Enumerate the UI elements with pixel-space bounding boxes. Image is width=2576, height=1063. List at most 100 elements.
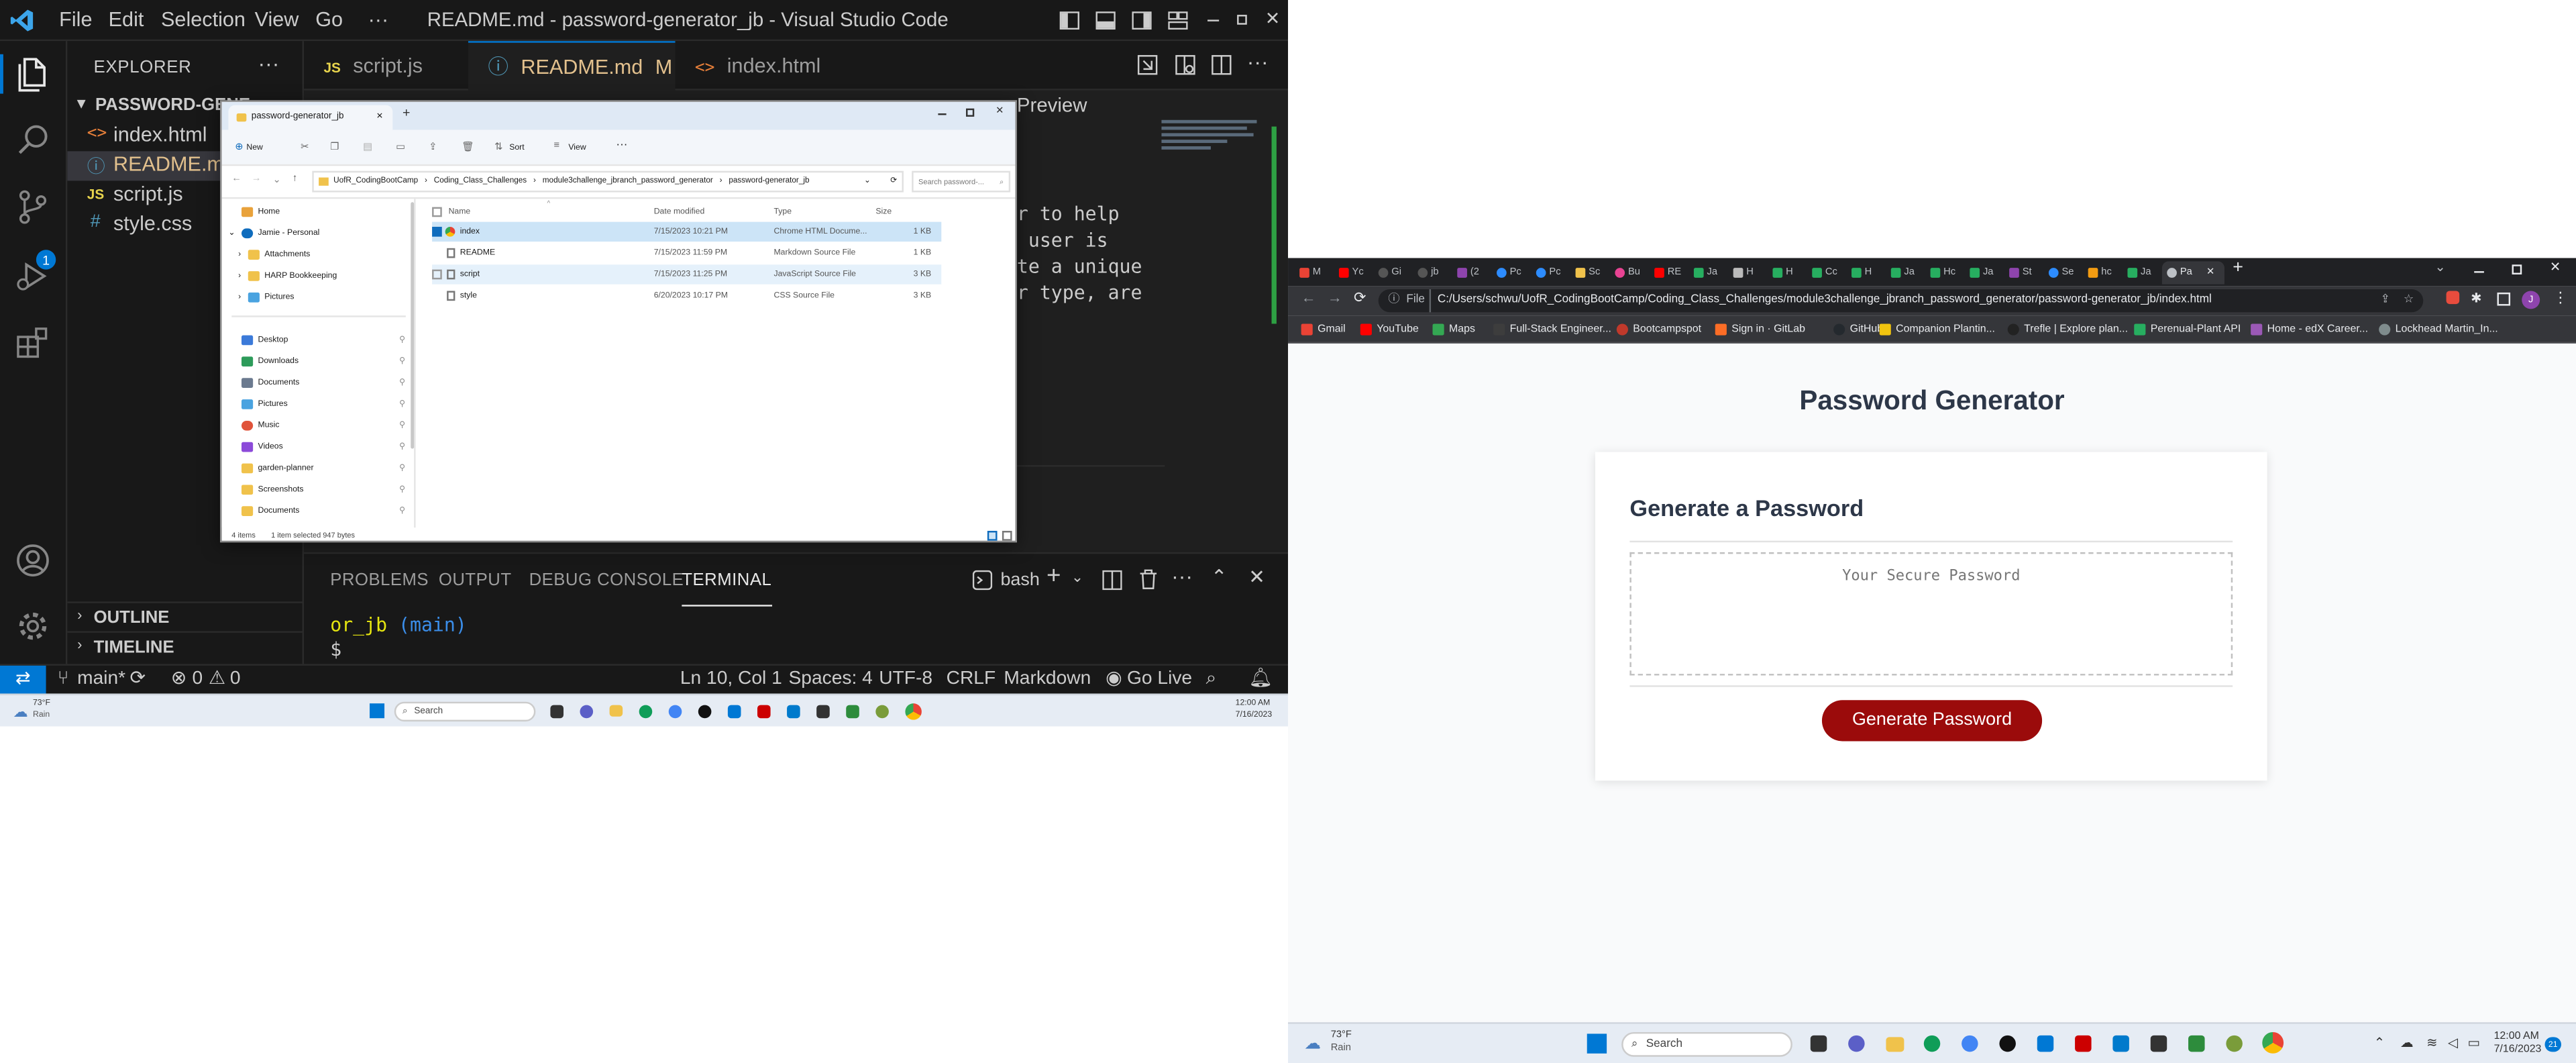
app-icon[interactable] bbox=[727, 705, 741, 719]
paste-icon[interactable]: ▤ bbox=[363, 142, 372, 153]
task-view-icon[interactable] bbox=[1810, 1035, 1827, 1052]
new-tab-icon[interactable]: + bbox=[402, 105, 410, 120]
browser-tab[interactable]: RE bbox=[1650, 261, 1689, 284]
browser-tab-active[interactable]: Pa ✕ bbox=[2161, 261, 2224, 285]
explorer-icon[interactable] bbox=[13, 54, 53, 94]
nav-item-garden-planner[interactable]: garden-planner ⚲ bbox=[222, 458, 416, 480]
bookmark-item[interactable]: Trefle | Explore plan... bbox=[2007, 315, 2128, 344]
browser-tab[interactable]: Pc bbox=[1492, 261, 1532, 284]
tab-search-icon[interactable]: ⌄ bbox=[2434, 260, 2445, 274]
pin-icon[interactable]: ⚲ bbox=[399, 373, 405, 395]
browser-tab[interactable]: Yc bbox=[1334, 261, 1374, 284]
nav-item-documents[interactable]: Documents ⚲ bbox=[222, 373, 416, 395]
tab-output[interactable]: OUTPUT bbox=[439, 554, 512, 608]
app-icon[interactable] bbox=[2037, 1035, 2054, 1052]
forward-icon[interactable]: → bbox=[252, 174, 262, 185]
taskbar-search[interactable]: ⌕ Search bbox=[1621, 1031, 1792, 1057]
nav-item-harp[interactable]: › HARP Bookkeeping bbox=[222, 266, 416, 288]
bookmark-item[interactable]: Gmail bbox=[1301, 315, 1346, 344]
browser-tab[interactable]: hc bbox=[2083, 261, 2123, 284]
nav-item-pictures-onedrive[interactable]: › Pictures bbox=[222, 288, 416, 309]
maximize-panel-icon[interactable]: ⌃ bbox=[1211, 565, 1228, 588]
pin-icon[interactable]: ⚲ bbox=[399, 416, 405, 438]
nav-item-screenshots[interactable]: Screenshots ⚲ bbox=[222, 480, 416, 501]
up-icon[interactable]: ↑ bbox=[292, 174, 297, 185]
column-size[interactable]: Size bbox=[875, 202, 892, 221]
sync-icon[interactable]: ⟳ bbox=[129, 666, 146, 694]
app2-icon[interactable] bbox=[875, 705, 889, 719]
feedback-icon[interactable]: ⌕ bbox=[1206, 666, 1217, 694]
file-row[interactable]: README 7/15/2023 11:59 PM Markdown Sourc… bbox=[432, 243, 941, 262]
view-button[interactable]: View bbox=[568, 143, 586, 153]
warning-count[interactable]: 0 bbox=[230, 666, 241, 694]
browser-tab[interactable]: H bbox=[1728, 261, 1768, 284]
copy-icon[interactable]: ❐ bbox=[330, 142, 339, 153]
bookmark-item[interactable]: Bootcampspot bbox=[1616, 315, 1701, 344]
chrome-active-icon[interactable] bbox=[2262, 1031, 2284, 1054]
task-view-icon[interactable] bbox=[550, 705, 564, 719]
browser-tab[interactable]: Se bbox=[2044, 261, 2084, 284]
select-all-checkbox[interactable] bbox=[432, 207, 442, 217]
browser-tab[interactable]: Ja bbox=[1689, 261, 1729, 284]
dell-icon[interactable] bbox=[698, 705, 712, 719]
pin-icon[interactable]: ⚲ bbox=[399, 458, 405, 480]
delete-icon[interactable]: 🗑︎ bbox=[462, 142, 474, 153]
chrome-menu-icon[interactable]: ⋮ bbox=[2553, 289, 2568, 307]
file-row[interactable]: style 6/20/2023 10:17 PM CSS Source File… bbox=[432, 286, 941, 305]
chrome-active-icon[interactable] bbox=[905, 703, 922, 720]
pin-icon[interactable]: ⚲ bbox=[399, 480, 405, 501]
cut-icon[interactable]: ✂ bbox=[301, 142, 309, 153]
mcafee-icon[interactable] bbox=[2075, 1035, 2092, 1052]
tab-terminal[interactable]: TERMINAL bbox=[682, 554, 772, 607]
bookmark-item[interactable]: Companion Plantin... bbox=[1879, 315, 1995, 344]
tab-debug-console[interactable]: DEBUG CONSOLE bbox=[529, 554, 684, 608]
nav-scrollbar[interactable] bbox=[411, 202, 415, 449]
volume-icon[interactable]: ◁ bbox=[2448, 1035, 2458, 1050]
battery-icon[interactable]: ▭ bbox=[2467, 1035, 2480, 1050]
explorer-tab[interactable]: password-generator_jb ✕ bbox=[228, 105, 393, 130]
file-explorer-icon[interactable] bbox=[1886, 1037, 1904, 1052]
menu-go[interactable]: Go bbox=[315, 0, 343, 41]
bookmark-item[interactable]: YouTube bbox=[1360, 315, 1419, 344]
clock-date[interactable]: 7/16/2023 bbox=[2494, 1044, 2542, 1055]
browser-tab[interactable]: Bu bbox=[1610, 261, 1650, 284]
split-terminal-icon[interactable] bbox=[1102, 570, 1122, 591]
browser-tab[interactable]: Gi bbox=[1373, 261, 1413, 284]
menu-view[interactable]: View bbox=[255, 0, 299, 41]
menu-edit[interactable]: Edit bbox=[109, 0, 144, 41]
tiles-view-icon[interactable] bbox=[1002, 531, 1012, 541]
edge-icon[interactable] bbox=[639, 705, 653, 719]
tab-problems[interactable]: PROBLEMS bbox=[330, 554, 429, 608]
tab-index-html[interactable]: <> index.html bbox=[676, 41, 847, 90]
teams-icon[interactable] bbox=[1848, 1035, 1865, 1052]
more-options-icon[interactable]: ··· bbox=[616, 140, 627, 151]
close-icon[interactable]: ✕ bbox=[996, 105, 1004, 117]
row-checkbox[interactable] bbox=[432, 269, 442, 280]
extensions-puzzle-icon[interactable]: ✱ bbox=[2471, 291, 2481, 305]
split-editor-icon[interactable] bbox=[1211, 54, 1232, 76]
omnibox[interactable]: ⓘ File C:/Users/schwu/UofR_CodingBootCam… bbox=[1378, 289, 2424, 313]
browser-tab[interactable]: Pc bbox=[1531, 261, 1570, 284]
breadcrumb-item[interactable]: password-generator_jb bbox=[729, 177, 809, 185]
maximize-icon[interactable] bbox=[1237, 15, 1247, 25]
minimize-icon[interactable] bbox=[1208, 19, 1220, 21]
close-tab-icon[interactable]: ✕ bbox=[2206, 261, 2214, 284]
extensions-icon[interactable] bbox=[13, 323, 53, 363]
history-icon[interactable]: ⌄ bbox=[273, 174, 281, 186]
accounts-icon[interactable] bbox=[13, 541, 53, 580]
maximize-icon[interactable] bbox=[2512, 264, 2522, 274]
minimize-icon[interactable] bbox=[938, 113, 947, 115]
new-terminal-icon[interactable]: + bbox=[1046, 562, 1061, 591]
sidebar-more-icon[interactable]: ··· bbox=[258, 51, 279, 76]
file-explorer-icon[interactable] bbox=[609, 705, 623, 717]
browser-tab[interactable]: Ja bbox=[1886, 261, 1925, 284]
reload-icon[interactable]: ⟳ bbox=[1354, 289, 1366, 307]
toggle-panel-icon[interactable] bbox=[1095, 11, 1116, 30]
vscode-taskbar-icon[interactable] bbox=[2112, 1035, 2129, 1052]
search-field[interactable]: Search password-... ⌕ bbox=[912, 170, 1011, 193]
mcafee-icon[interactable] bbox=[757, 705, 771, 719]
app2-icon[interactable] bbox=[2226, 1035, 2243, 1052]
maximize-icon[interactable] bbox=[966, 108, 975, 117]
bookmark-item[interactable]: Home - edX Career... bbox=[2251, 315, 2368, 344]
bookmark-item[interactable]: Sign in · GitLab bbox=[1715, 315, 1805, 344]
